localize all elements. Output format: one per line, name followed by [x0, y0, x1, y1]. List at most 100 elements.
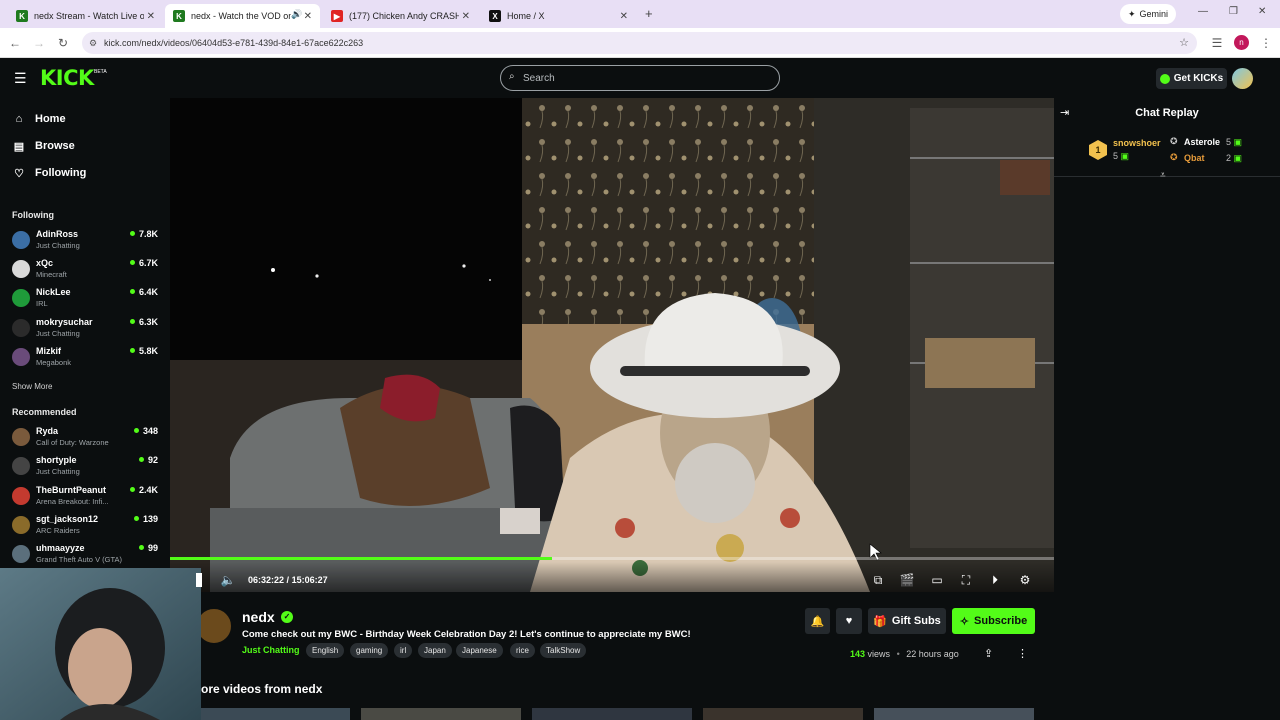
video-thumbnail[interactable]: [874, 708, 1034, 720]
browser-tab-active[interactable]: K nedx - Watch the VOD on K 🔊 ✕: [165, 4, 320, 28]
subscribe-button[interactable]: ✧ Subscribe: [952, 608, 1035, 634]
time-total: 15:06:27: [291, 575, 328, 585]
user-avatar[interactable]: [1232, 68, 1253, 89]
nav-following[interactable]: ♡ Following: [12, 163, 86, 183]
recommended-channel[interactable]: Ryda Call of Duty: Warzone 348: [12, 426, 162, 453]
following-channel[interactable]: mokrysuchar Just Chatting 6.3K: [12, 317, 162, 344]
beta-badge: BETA: [94, 69, 107, 75]
recommended-channel[interactable]: sgt_jackson12 ARC Raiders 139: [12, 514, 162, 541]
channel-name: shortyple: [36, 455, 77, 465]
address-bar[interactable]: ⚙ kick.com/nedx/videos/06404d53-e781-439…: [82, 32, 1197, 54]
kicks-coin-icon: [1159, 73, 1170, 84]
recommended-channel[interactable]: TheBurntPeanut Arena Breakout: Infi... 2…: [12, 485, 162, 512]
settings-gear-icon[interactable]: ⚙: [1017, 572, 1033, 588]
restore-icon[interactable]: ❐: [1229, 6, 1238, 17]
gift-subs-button[interactable]: 🎁 Gift Subs: [868, 608, 946, 634]
chat-divider: [1054, 176, 1280, 177]
following-channel[interactable]: NickLee IRL 6.4K: [12, 287, 162, 314]
channel-category: Grand Theft Auto V (GTA): [36, 555, 123, 564]
leader-name[interactable]: Asterole: [1184, 137, 1220, 147]
tag-chip[interactable]: TalkShow: [540, 643, 587, 658]
tag-chip[interactable]: rice: [510, 643, 535, 658]
tag-chip[interactable]: irl: [394, 643, 413, 658]
close-tab-icon[interactable]: ✕: [620, 11, 628, 22]
follow-heart-button[interactable]: ♥: [836, 608, 862, 634]
view-stats: 143 views • 22 hours ago: [850, 649, 959, 659]
menu-kebab-icon[interactable]: ⋮: [1257, 34, 1275, 52]
channel-category: Just Chatting: [36, 329, 80, 338]
video-thumbnail[interactable]: [201, 708, 350, 720]
video-thumbnail[interactable]: [361, 708, 521, 720]
back-icon[interactable]: ←: [6, 34, 24, 52]
viewer-count: 5.8K: [130, 346, 158, 356]
browser-tab[interactable]: K nedx Stream - Watch Live on Ki ✕: [8, 4, 163, 28]
channel-name[interactable]: nedx: [242, 609, 275, 625]
following-channel[interactable]: Mizkif Megabonk 5.8K: [12, 346, 162, 373]
following-channel[interactable]: AdinRoss Just Chatting 7.8K: [12, 229, 162, 256]
new-tab-icon[interactable]: +: [645, 6, 653, 21]
notification-bell-button[interactable]: 🔔: [805, 608, 830, 634]
leader-name[interactable]: Qbat: [1184, 153, 1205, 163]
leader-name[interactable]: snowshoer: [1113, 138, 1161, 148]
avatar: [12, 260, 30, 278]
viewer-count: 348: [134, 426, 158, 436]
browser-tab[interactable]: X Home / X ✕: [481, 4, 636, 28]
video-thumbnail[interactable]: [532, 708, 692, 720]
search-box[interactable]: ⌕: [500, 65, 780, 91]
seek-bar[interactable]: [170, 557, 1054, 560]
time-separator: /: [286, 575, 290, 585]
share-icon[interactable]: ⇪: [984, 647, 993, 660]
video-player[interactable]: [170, 98, 1054, 592]
reload-icon[interactable]: ↻: [54, 34, 72, 52]
seek-progress: [170, 557, 552, 560]
miniplayer-icon[interactable]: ⧉: [870, 572, 886, 588]
volume-icon[interactable]: 🔈: [220, 572, 236, 588]
category-link[interactable]: Just Chatting: [242, 645, 300, 655]
close-tab-icon[interactable]: ✕: [304, 11, 312, 22]
theater-mode-icon[interactable]: ▭: [929, 572, 945, 588]
gift-count: 2: [1226, 153, 1232, 163]
kick-logo[interactable]: KICK: [40, 66, 94, 90]
minimize-icon[interactable]: —: [1198, 6, 1208, 17]
speaker-icon[interactable]: 🔊: [291, 9, 302, 20]
channel-name: AdinRoss: [36, 229, 79, 239]
expand-leaderboard-icon[interactable]: ⩡: [1160, 170, 1166, 181]
avatar: [12, 428, 30, 446]
autoplay-icon[interactable]: ⏵: [987, 572, 1003, 588]
close-tab-icon[interactable]: ✕: [147, 11, 155, 22]
channel-name: xQc: [36, 258, 54, 268]
tag-chip[interactable]: gaming: [350, 643, 389, 658]
forward-icon[interactable]: →: [30, 34, 48, 52]
search-input[interactable]: [523, 70, 763, 86]
profile-avatar[interactable]: n: [1234, 35, 1249, 50]
clip-icon[interactable]: 🎬: [899, 572, 915, 588]
more-options-icon[interactable]: ⋮: [1017, 647, 1028, 660]
get-kicks-button[interactable]: Get KICKs: [1156, 68, 1227, 89]
pause-icon[interactable]: [196, 573, 202, 587]
site-info-icon[interactable]: ⚙: [89, 32, 97, 54]
video-thumbnail[interactable]: [703, 708, 863, 720]
nav-browse[interactable]: ▤ Browse: [12, 136, 75, 156]
tag-chip[interactable]: Japanese: [456, 643, 503, 658]
close-window-icon[interactable]: ✕: [1258, 6, 1266, 17]
extensions-icon[interactable]: ☰: [1208, 34, 1226, 52]
hamburger-menu-icon[interactable]: ☰: [14, 70, 27, 87]
tag-chip[interactable]: Japan: [418, 643, 452, 658]
tab-title: Home / X: [507, 11, 545, 21]
browse-icon: ▤: [13, 140, 25, 153]
following-channel[interactable]: xQc Minecraft 6.7K: [12, 258, 162, 285]
nav-home[interactable]: ⌂ Home: [12, 109, 66, 129]
recommended-channel[interactable]: shortyple Just Chatting 92: [12, 455, 162, 482]
webcam-overlay: [0, 568, 201, 720]
fullscreen-icon[interactable]: ⛶: [958, 572, 974, 588]
browser-tab[interactable]: ▶ (177) Chicken Andy CRASHES F ✕: [323, 4, 478, 28]
bookmark-star-icon[interactable]: ☆: [1179, 32, 1189, 54]
channel-name: mokrysuchar: [36, 317, 93, 327]
close-tab-icon[interactable]: ✕: [462, 11, 470, 22]
avatar: [12, 457, 30, 475]
show-more-link[interactable]: Show More: [12, 382, 52, 391]
views-count: 143: [850, 649, 866, 659]
gemini-button[interactable]: ✦ Gemini: [1120, 4, 1176, 24]
recommended-channel[interactable]: uhmaayyze Grand Theft Auto V (GTA) 99: [12, 543, 162, 570]
tag-chip[interactable]: English: [306, 643, 345, 658]
